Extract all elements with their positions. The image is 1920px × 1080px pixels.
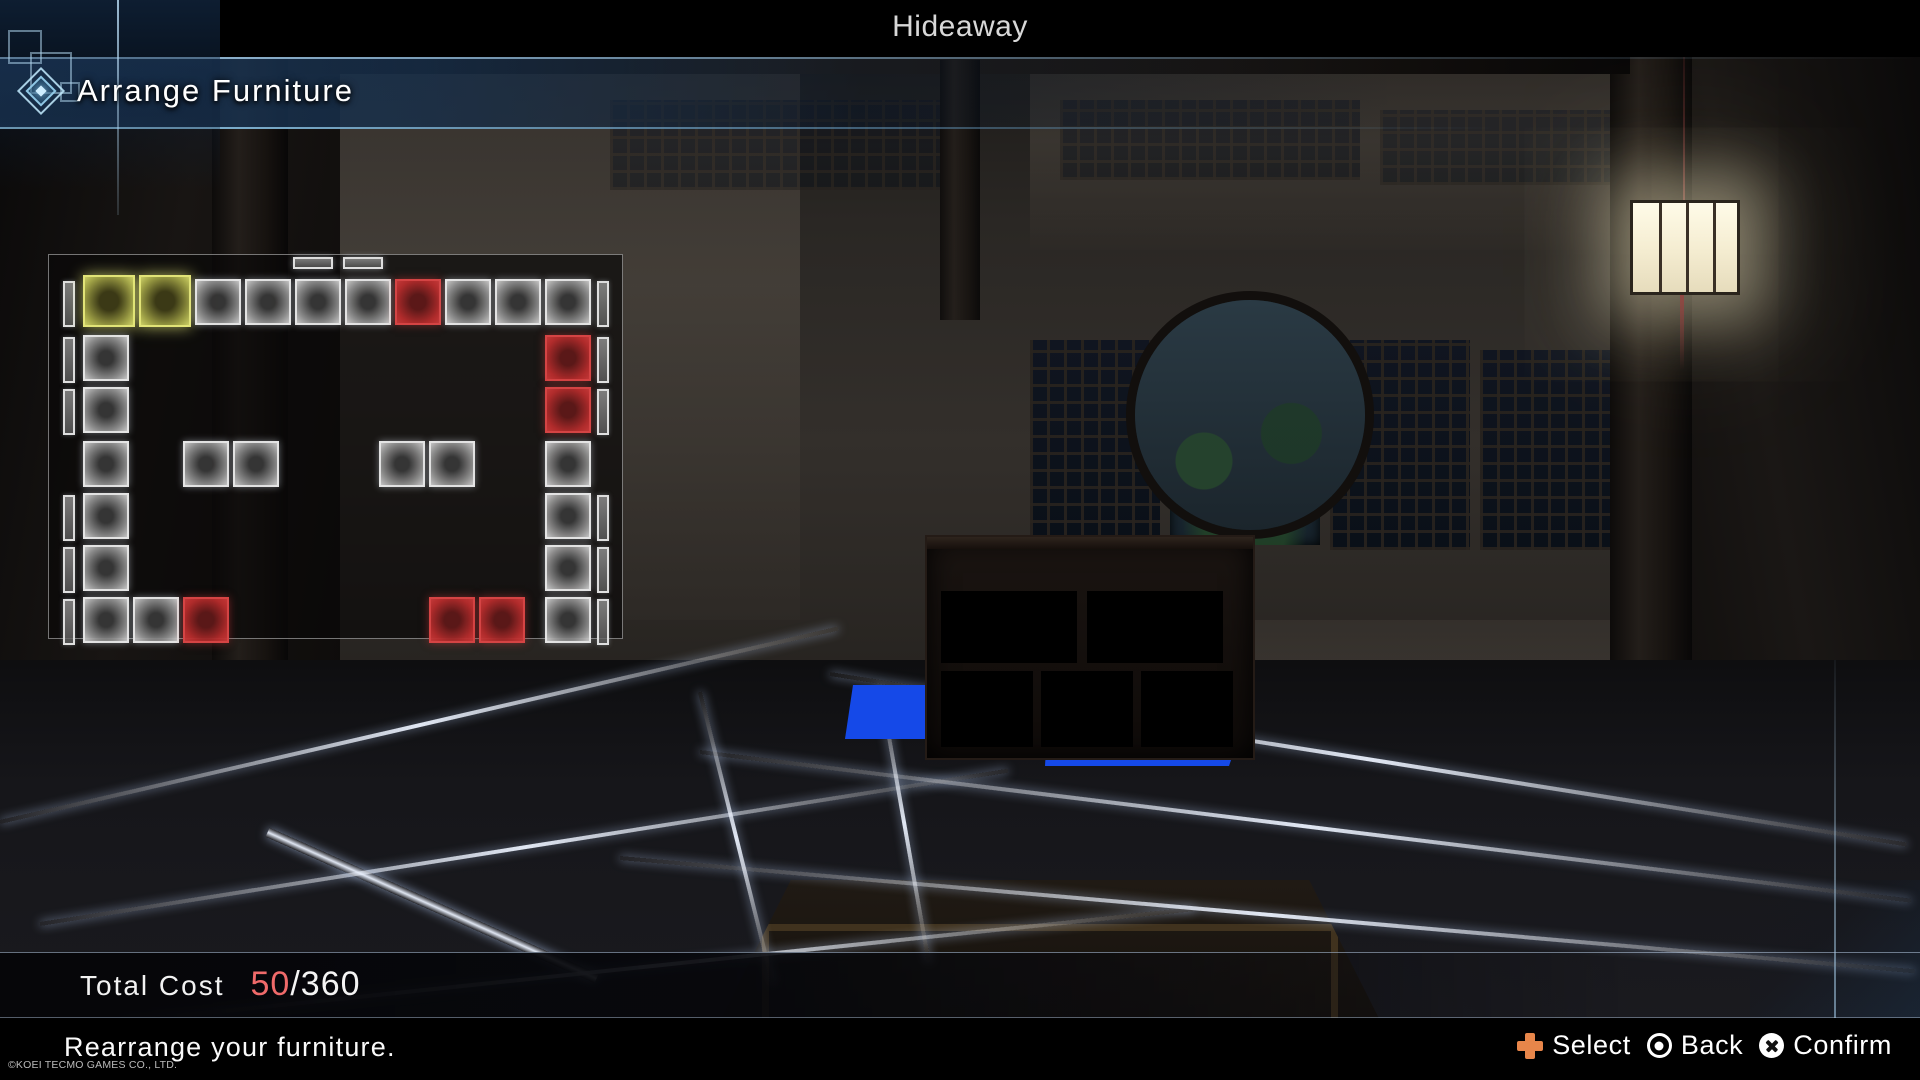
grid-cell-normal[interactable]	[233, 441, 279, 487]
grid-cell-normal[interactable]	[183, 441, 229, 487]
grid-cell-red[interactable]	[545, 387, 591, 433]
grid-cell-slim[interactable]	[597, 281, 609, 327]
cabinet-top-trim	[927, 537, 1253, 549]
grid-cell-normal[interactable]	[83, 493, 129, 539]
grid-cell-normal[interactable]	[83, 545, 129, 591]
grid-cell-slim[interactable]	[597, 337, 609, 383]
cross-button-icon	[1759, 1033, 1785, 1058]
grid-cell-bar[interactable]	[343, 257, 383, 269]
grid-cell-normal[interactable]	[429, 441, 475, 487]
moon-gate-window	[1135, 300, 1365, 530]
paper-lantern-icon	[1630, 200, 1740, 295]
floor-grid-line	[698, 691, 775, 984]
button-prompts: Select Back Confirm	[1517, 1030, 1892, 1061]
grid-cell-normal[interactable]	[195, 279, 241, 325]
grid-cell-slim[interactable]	[63, 337, 75, 383]
lattice-window-far-right	[1480, 350, 1610, 550]
copyright-notice: ©KOEI TECMO GAMES CO., LTD.	[8, 1059, 178, 1071]
grid-cell-slim[interactable]	[597, 599, 609, 645]
diamond-icon	[16, 66, 66, 116]
grid-cell-red[interactable]	[183, 597, 229, 643]
grid-cell-slim[interactable]	[63, 599, 75, 645]
mode-label: Arrange Furniture	[77, 73, 354, 108]
grid-cell-red[interactable]	[479, 597, 525, 643]
total-cost-current: 50	[250, 965, 291, 1003]
room-grid[interactable]	[49, 255, 622, 645]
grid-cell-normal[interactable]	[345, 279, 391, 325]
prompt-back-label: Back	[1680, 1030, 1744, 1060]
prompt-confirm[interactable]: Confirm	[1759, 1030, 1892, 1061]
grid-cell-normal[interactable]	[545, 493, 591, 539]
prompt-back[interactable]: Back	[1646, 1030, 1744, 1061]
cabinet-shelf	[1041, 671, 1133, 747]
grid-cell-normal[interactable]	[545, 441, 591, 487]
grid-cell-normal[interactable]	[379, 441, 425, 487]
mode-indicator: Arrange Furniture	[16, 66, 354, 116]
grid-cell-red[interactable]	[429, 597, 475, 643]
grid-cell-normal[interactable]	[83, 387, 129, 433]
grid-cell-red[interactable]	[545, 335, 591, 381]
moon-window-garden	[1135, 300, 1365, 530]
circle-button-icon	[1646, 1033, 1672, 1058]
grid-cell-bar[interactable]	[293, 257, 333, 269]
grid-cell-normal[interactable]	[83, 597, 129, 643]
prompt-select-label: Select	[1552, 1030, 1631, 1060]
cabinet-shelf	[1141, 671, 1233, 747]
bottom-bar: Rearrange your furniture. ©KOEI TECMO GA…	[0, 1018, 1920, 1080]
wooden-shelf-cabinet[interactable]	[925, 535, 1255, 760]
grid-cell-slim[interactable]	[63, 389, 75, 435]
total-cost-separator: /	[290, 965, 301, 1003]
grid-cell-slim[interactable]	[63, 547, 75, 593]
grid-cell-slim[interactable]	[63, 495, 75, 541]
cabinet-shelf	[941, 591, 1077, 663]
grid-cell-normal[interactable]	[245, 279, 291, 325]
grid-cell-normal[interactable]	[545, 597, 591, 643]
total-cost-bar: Total Cost 50/360	[0, 952, 1920, 1018]
grid-cell-slim[interactable]	[597, 495, 609, 541]
header-top-rule	[0, 57, 1920, 59]
grid-cell-normal[interactable]	[83, 335, 129, 381]
cabinet-shelf	[941, 671, 1033, 747]
total-cost-values: 50/360	[251, 965, 361, 1004]
grid-cell-normal[interactable]	[545, 545, 591, 591]
grid-cell-slim[interactable]	[63, 281, 75, 327]
prompt-select[interactable]: Select	[1517, 1030, 1631, 1061]
grid-cell-yellow[interactable]	[83, 275, 135, 327]
dpad-icon	[1517, 1032, 1544, 1059]
grid-cell-normal[interactable]	[295, 279, 341, 325]
grid-cell-slim[interactable]	[597, 547, 609, 593]
lantern-tassel	[1680, 295, 1684, 370]
grid-cell-normal[interactable]	[495, 279, 541, 325]
room-grid-panel[interactable]	[48, 254, 623, 645]
grid-cell-slim[interactable]	[597, 389, 609, 435]
prompt-confirm-label: Confirm	[1793, 1030, 1892, 1060]
grid-cell-normal[interactable]	[83, 441, 129, 487]
grid-cell-normal[interactable]	[545, 279, 591, 325]
grid-cell-normal[interactable]	[133, 597, 179, 643]
cabinet-shelf	[1087, 591, 1223, 663]
total-cost-readout: Total Cost 50/360	[80, 965, 361, 1004]
total-cost-label: Total Cost	[80, 970, 225, 1001]
grid-cell-yellow[interactable]	[139, 275, 191, 327]
grid-cell-red[interactable]	[395, 279, 441, 325]
location-title: Hideaway	[892, 10, 1028, 43]
total-cost-max: 360	[300, 965, 361, 1003]
top-bar: Hideaway	[0, 0, 1920, 57]
grid-cell-normal[interactable]	[445, 279, 491, 325]
